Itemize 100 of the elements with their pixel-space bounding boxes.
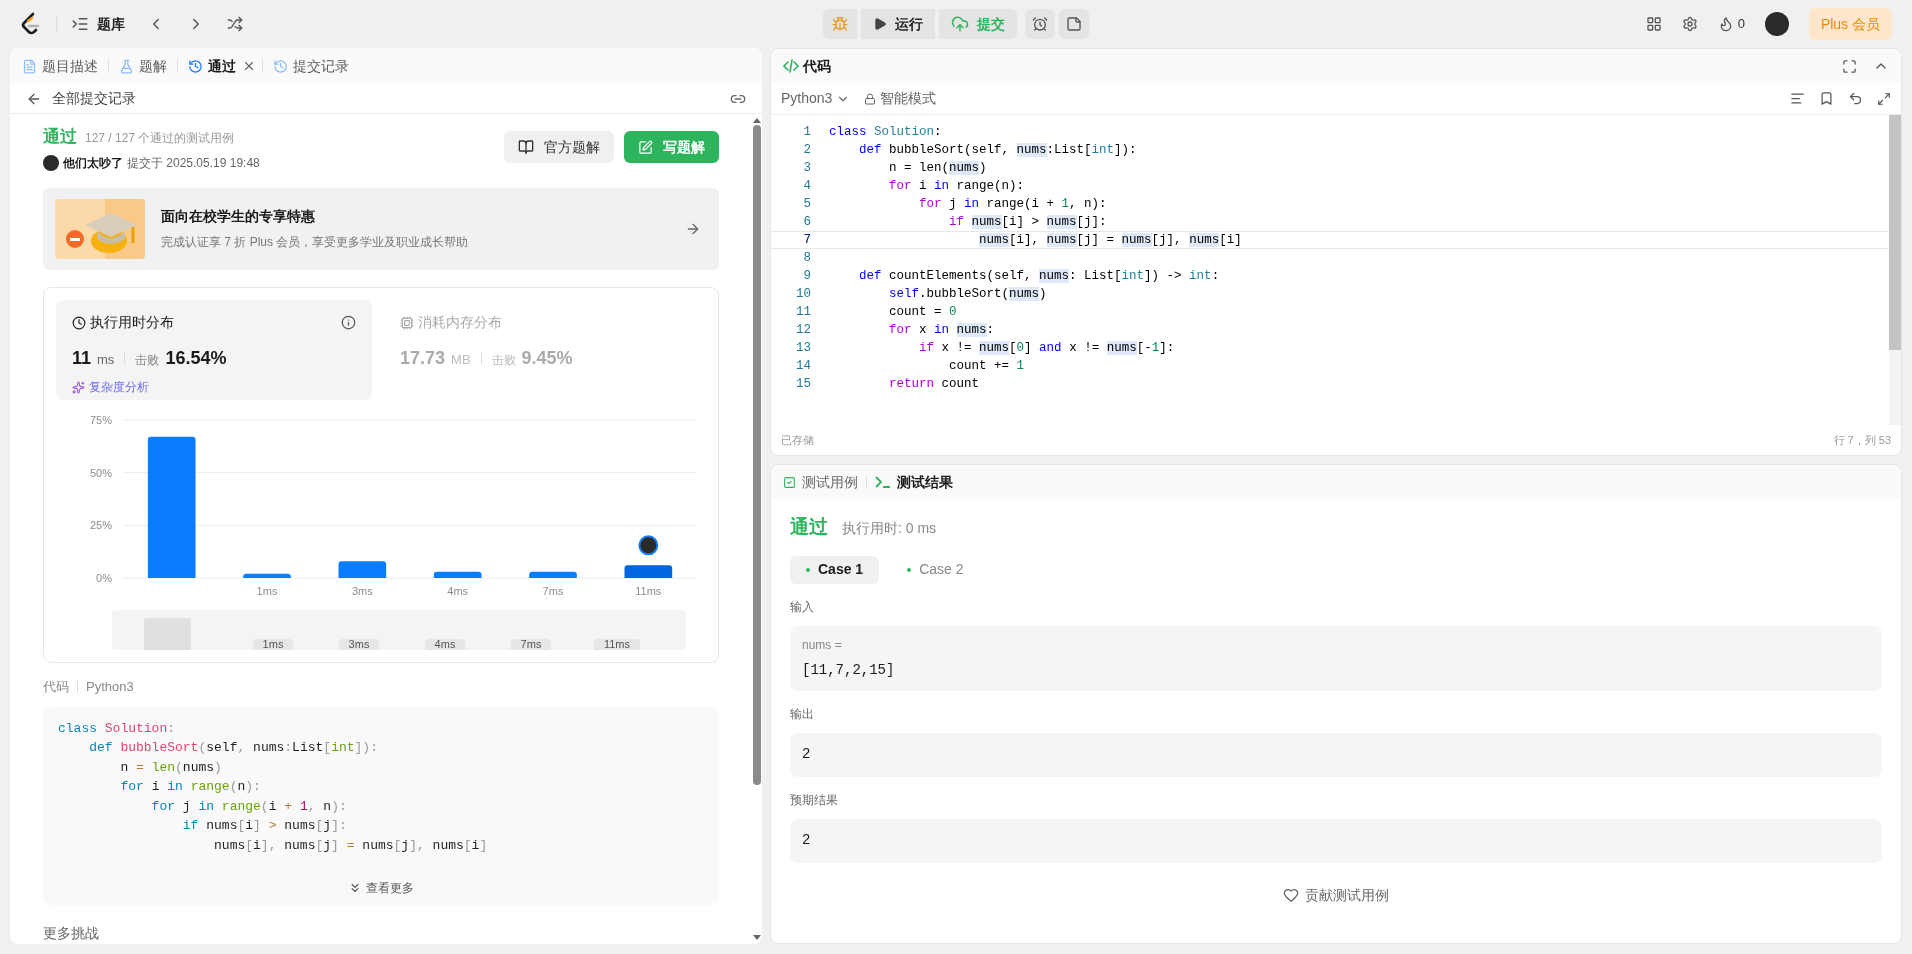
line-number: 3 bbox=[802, 159, 811, 177]
bug-icon bbox=[832, 16, 848, 32]
code-line: for i in range(n): bbox=[888, 177, 1025, 195]
username[interactable]: 他们太吵了 bbox=[63, 153, 123, 172]
play-icon bbox=[873, 17, 887, 31]
overview-label: 1ms bbox=[252, 639, 294, 650]
panel-tab[interactable]: 测试用例 bbox=[783, 471, 858, 493]
line-number: 2 bbox=[802, 141, 811, 159]
save-status: 已存储 bbox=[781, 432, 814, 448]
panel-tab[interactable]: 题解 bbox=[115, 55, 171, 77]
panel-tab[interactable]: 通过 bbox=[184, 55, 240, 77]
stat-unit: ms bbox=[97, 351, 115, 369]
checkbox-icon bbox=[783, 475, 796, 489]
timer-button[interactable] bbox=[1025, 9, 1055, 39]
axis-label: 75% bbox=[89, 414, 112, 426]
cursor-position: 行 7，列 53 bbox=[1833, 432, 1891, 448]
overview-label: 11ms bbox=[593, 639, 641, 650]
runtime-text: 执行用时: 0 ms bbox=[842, 519, 937, 538]
heart-icon bbox=[1283, 887, 1299, 903]
line-number: 4 bbox=[802, 177, 811, 195]
note-icon bbox=[1066, 16, 1082, 32]
bar[interactable] bbox=[147, 436, 196, 578]
alarm-clock-icon bbox=[1032, 16, 1048, 32]
flask-icon bbox=[119, 58, 134, 74]
settings-icon[interactable] bbox=[1681, 16, 1698, 32]
bar[interactable] bbox=[338, 561, 387, 578]
output-value: 2 bbox=[790, 732, 1882, 777]
chip-icon bbox=[400, 315, 414, 330]
chart-overview[interactable]: 1ms 3ms 4ms 7ms 11ms bbox=[112, 610, 686, 650]
stat-panel[interactable]: 执行用时分布 11 ms 击败 16.54% 复杂度分析 bbox=[56, 300, 372, 400]
bar[interactable] bbox=[243, 573, 291, 578]
line-number: 12 bbox=[795, 321, 811, 339]
show-more-button[interactable]: 查看更多 bbox=[348, 879, 414, 897]
complexity-analysis-link[interactable]: 复杂度分析 bbox=[72, 378, 356, 396]
notes-button[interactable] bbox=[1059, 9, 1089, 39]
close-icon[interactable] bbox=[242, 59, 256, 73]
panel-tab[interactable]: 提交记录 bbox=[269, 55, 353, 77]
panel-title: 代码 bbox=[803, 56, 831, 76]
avatar[interactable] bbox=[1764, 12, 1789, 36]
field-label: 输出 bbox=[790, 705, 815, 723]
promo-banner[interactable]: 面向在校学生的专享特惠 完成认证享 7 折 Plus 会员，享受更多学业及职业成长帮助 bbox=[43, 187, 719, 270]
document-icon bbox=[22, 58, 37, 74]
overview-label: 4ms bbox=[424, 639, 466, 650]
section-label: 代码 bbox=[43, 678, 69, 696]
line-number: 5 bbox=[802, 195, 811, 213]
case-tab[interactable]: Case 2 bbox=[891, 555, 980, 584]
code-line: for x in nums: bbox=[888, 321, 995, 339]
line-number: 8 bbox=[802, 249, 811, 267]
expected-value: 2 bbox=[790, 818, 1882, 863]
code-line: for i in range(n): bbox=[119, 778, 262, 796]
code-line: count = 0 bbox=[888, 303, 957, 321]
line-number: 14 bbox=[795, 357, 811, 375]
back-link[interactable]: 全部提交记录 bbox=[26, 88, 136, 109]
shuffle-icon[interactable] bbox=[227, 16, 243, 32]
input-value: [11,7,2,15] bbox=[802, 660, 896, 680]
layout-icon[interactable] bbox=[1645, 16, 1662, 32]
scrollbar[interactable] bbox=[1889, 115, 1901, 425]
beat-percentage: 16.54% bbox=[165, 347, 227, 370]
run-button[interactable]: 运行 bbox=[861, 9, 935, 39]
logo-icon[interactable] bbox=[20, 12, 42, 36]
bookmark-icon[interactable] bbox=[1819, 91, 1834, 106]
problem-list-button[interactable]: 题库 bbox=[71, 13, 125, 35]
bar[interactable] bbox=[433, 571, 482, 578]
undo-icon[interactable] bbox=[1848, 91, 1863, 106]
code-line: n = len(nums) bbox=[888, 159, 987, 177]
terminal-icon bbox=[875, 476, 891, 488]
clock-icon bbox=[72, 315, 86, 330]
bar[interactable] bbox=[624, 565, 673, 578]
code-line: self.bubbleSort(nums) bbox=[888, 285, 1047, 303]
line-number: 15 bbox=[795, 375, 811, 393]
field-label: 预期结果 bbox=[790, 791, 839, 809]
bar[interactable] bbox=[529, 571, 577, 578]
case-tab[interactable]: Case 1 bbox=[790, 555, 880, 584]
axis-label: 1ms bbox=[256, 585, 278, 597]
overview-label: 7ms bbox=[510, 639, 552, 650]
expand-icon[interactable] bbox=[1877, 91, 1891, 106]
overview-label: 3ms bbox=[338, 639, 380, 650]
field-label: 输入 bbox=[790, 598, 815, 616]
code-line: n = len(nums) bbox=[119, 758, 223, 777]
format-icon[interactable] bbox=[1790, 91, 1805, 106]
line-number: 10 bbox=[795, 285, 811, 303]
code-line: if nums[i] > nums[j]: bbox=[181, 817, 348, 835]
edit-icon bbox=[638, 139, 653, 155]
language-select[interactable]: Python3 bbox=[781, 88, 851, 109]
official-solution-button[interactable]: 官方题解 bbox=[504, 131, 614, 163]
avatar[interactable] bbox=[43, 154, 59, 171]
axis-label: 50% bbox=[89, 466, 112, 479]
contribute-testcase-button[interactable]: 贡献测试用例 bbox=[1283, 884, 1389, 906]
stat-value: 11 bbox=[72, 347, 92, 370]
panel-tab[interactable]: 题目描述 bbox=[18, 55, 102, 77]
stat-unit: MB bbox=[451, 351, 471, 369]
code-line: class Solution: bbox=[829, 123, 942, 141]
info-icon[interactable] bbox=[341, 315, 356, 330]
code-line: def bubbleSort(self, nums:List[int]): bbox=[858, 141, 1137, 159]
fullscreen-icon[interactable] bbox=[1842, 58, 1857, 74]
panel-tab[interactable]: 测试结果 bbox=[875, 471, 953, 493]
line-number: 1 bbox=[802, 123, 811, 141]
line-number: 7 bbox=[802, 231, 811, 249]
line-number: 9 bbox=[802, 267, 811, 285]
code-line: nums[i], nums[j] = nums[j], nums[i] bbox=[213, 836, 489, 855]
